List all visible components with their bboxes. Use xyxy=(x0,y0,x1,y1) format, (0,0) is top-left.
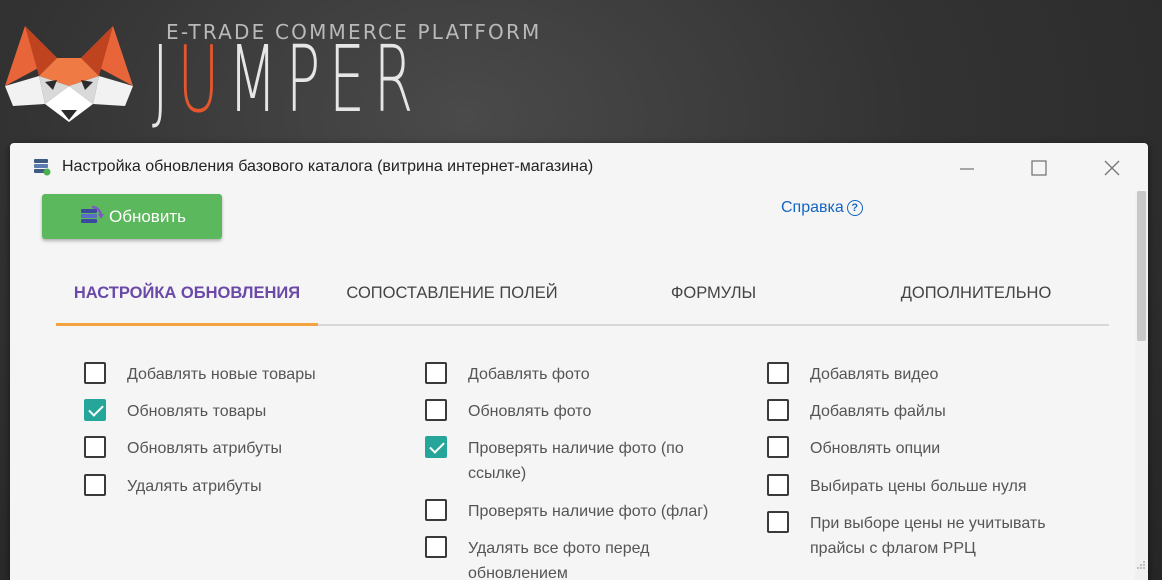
option-add-photos[interactable]: Добавлять фото xyxy=(425,362,725,387)
option-label: Удалять все фото перед обновлением xyxy=(468,540,650,580)
brand-name-part: J xyxy=(152,26,178,133)
window-titlebar: Настройка обновления базового каталога (… xyxy=(10,143,1148,191)
option-label: Выбирать цены больше нуля xyxy=(810,478,1027,495)
close-button[interactable] xyxy=(1099,155,1125,181)
checkbox[interactable] xyxy=(84,474,106,496)
checkbox[interactable] xyxy=(767,399,789,421)
option-add-files[interactable]: Добавлять файлы xyxy=(767,399,1107,424)
option-label: Проверять наличие фото (флаг) xyxy=(468,503,709,520)
tab-update-settings[interactable]: НАСТРОЙКА ОБНОВЛЕНИЯ xyxy=(56,269,318,326)
option-label: Обновлять фото xyxy=(468,403,592,420)
checkbox[interactable] xyxy=(425,536,447,558)
tab-additional[interactable]: ДОПОЛНИТЕЛЬНО xyxy=(866,269,1086,324)
option-prices-above-zero[interactable]: Выбирать цены больше нуля xyxy=(767,474,1107,499)
database-stack-icon xyxy=(34,159,51,176)
window-title: Настройка обновления базового каталога (… xyxy=(62,158,594,175)
help-link[interactable]: Справка? xyxy=(781,199,863,217)
tab-bar: НАСТРОЙКА ОБНОВЛЕНИЯ СОПОСТАВЛЕНИЕ ПОЛЕЙ… xyxy=(56,269,1109,326)
option-update-products[interactable]: Обновлять товары xyxy=(84,399,384,424)
option-ignore-rrp-pricelists[interactable]: При выборе цены не учитывать прайсы с фл… xyxy=(767,511,1107,561)
brand-banner: E-TRADE COMMERCE PLATFORM JUMPER xyxy=(0,0,1162,140)
checkbox[interactable] xyxy=(767,436,789,458)
option-label: Добавлять видео xyxy=(810,366,939,383)
option-add-new-products[interactable]: Добавлять новые товары xyxy=(84,362,384,387)
option-label: Добавлять фото xyxy=(468,366,590,383)
option-label: При выборе цены не учитывать прайсы с фл… xyxy=(810,515,1046,557)
checkbox[interactable] xyxy=(425,436,447,458)
checkbox[interactable] xyxy=(425,362,447,384)
checkbox[interactable] xyxy=(84,362,106,384)
checkbox[interactable] xyxy=(425,499,447,521)
tab-formulas[interactable]: ФОРМУЛЫ xyxy=(616,269,811,324)
scrollbar-thumb[interactable] xyxy=(1137,191,1146,341)
checkbox[interactable] xyxy=(767,474,789,496)
checkbox[interactable] xyxy=(767,511,789,533)
option-label: Обновлять атрибуты xyxy=(127,440,282,457)
option-label: Обновлять товары xyxy=(127,403,267,420)
brand-name-accent: U xyxy=(177,26,228,133)
option-delete-attributes[interactable]: Удалять атрибуты xyxy=(84,474,384,499)
option-add-videos[interactable]: Добавлять видео xyxy=(767,362,1107,387)
question-circle-icon: ? xyxy=(846,200,863,216)
help-link-label: Справка xyxy=(781,199,844,216)
fox-logo-icon xyxy=(5,26,133,122)
brand-name-part: MPER xyxy=(227,26,422,133)
option-label: Добавлять новые товары xyxy=(127,366,316,383)
minimize-button[interactable] xyxy=(954,155,980,181)
checkbox[interactable] xyxy=(767,362,789,384)
checkbox[interactable] xyxy=(84,399,106,421)
checkbox[interactable] xyxy=(425,399,447,421)
option-check-photos-by-link[interactable]: Проверять наличие фото (по ссылке) xyxy=(425,436,725,486)
refresh-button[interactable]: Обновить xyxy=(42,194,222,239)
refresh-button-label: Обновить xyxy=(109,207,186,226)
option-update-photos[interactable]: Обновлять фото xyxy=(425,399,725,424)
option-check-photos-flag[interactable]: Проверять наличие фото (флаг) xyxy=(425,499,735,524)
option-label: Проверять наличие фото (по ссылке) xyxy=(468,440,684,482)
resize-grip-icon[interactable] xyxy=(1136,560,1146,570)
option-delete-all-photos[interactable]: Удалять все фото перед обновлением xyxy=(425,536,725,580)
checkbox[interactable] xyxy=(84,436,106,458)
option-label: Добавлять файлы xyxy=(810,403,946,420)
option-label: Удалять атрибуты xyxy=(127,478,262,495)
option-update-options[interactable]: Обновлять опции xyxy=(767,436,1107,461)
option-label: Обновлять опции xyxy=(810,440,941,457)
brand-name: JUMPER xyxy=(152,34,422,126)
maximize-button[interactable] xyxy=(1026,155,1052,181)
refresh-icon xyxy=(81,205,104,223)
tab-field-mapping[interactable]: СОПОСТАВЛЕНИЕ ПОЛЕЙ xyxy=(326,269,578,324)
settings-window: Настройка обновления базового каталога (… xyxy=(10,143,1148,580)
option-update-attributes[interactable]: Обновлять атрибуты xyxy=(84,436,384,461)
